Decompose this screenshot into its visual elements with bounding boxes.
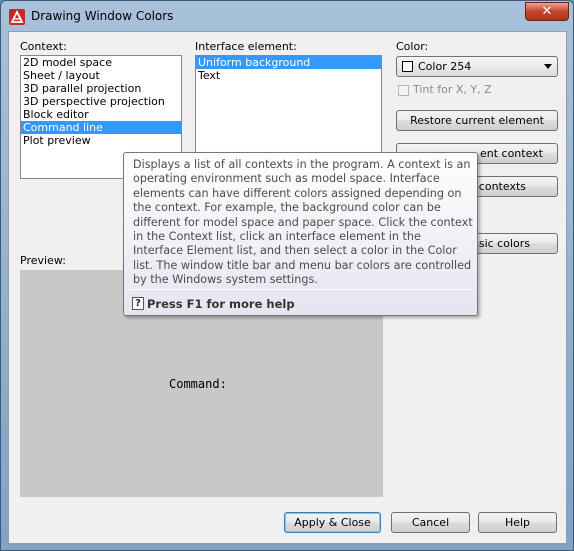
help-question-icon: ?	[132, 297, 144, 310]
drawing-window-colors-dialog: Drawing Window Colors ✕ Context: 2D mode…	[0, 0, 574, 551]
context-list-item[interactable]: 3D parallel projection	[21, 82, 181, 95]
close-button[interactable]: ✕	[525, 2, 569, 21]
interface-element-list-item[interactable]: Text	[196, 69, 381, 82]
context-help-tooltip: Displays a list of all contexts in the p…	[123, 152, 478, 316]
tooltip-divider	[129, 289, 472, 290]
color-label: Color:	[396, 40, 429, 53]
interface-element-label: Interface element:	[195, 40, 297, 53]
interface-element-list-item[interactable]: Uniform background	[196, 56, 381, 69]
cancel-button[interactable]: Cancel	[391, 512, 470, 533]
color-dropdown-value: Color 254	[418, 60, 472, 73]
title-bar[interactable]: Drawing Window Colors ✕	[1, 1, 573, 31]
chevron-down-icon	[544, 64, 552, 69]
window-title: Drawing Window Colors	[31, 9, 174, 23]
autocad-app-icon	[9, 9, 25, 25]
restore-current-element-button[interactable]: Restore current element	[396, 110, 558, 131]
context-list-item[interactable]: 2D model space	[21, 56, 181, 69]
tint-xyz-checkbox[interactable]	[398, 85, 409, 96]
color-dropdown[interactable]: Color 254	[396, 56, 558, 77]
apply-close-button[interactable]: Apply & Close	[284, 512, 381, 533]
context-list-item[interactable]: Plot preview	[21, 134, 181, 147]
context-list-item[interactable]: Sheet / layout	[21, 69, 181, 82]
context-list-item[interactable]: Command line	[21, 121, 181, 134]
tooltip-body-text: Displays a list of all contexts in the p…	[133, 158, 473, 287]
tint-xyz-label: Tint for X, Y, Z	[413, 83, 492, 96]
preview-label: Preview:	[20, 254, 66, 267]
tooltip-footer-text: Press F1 for more help	[147, 297, 295, 311]
context-label: Context:	[20, 40, 67, 53]
context-list-item[interactable]: Block editor	[21, 108, 181, 121]
help-button[interactable]: Help	[478, 512, 557, 533]
context-list-item[interactable]: 3D perspective projection	[21, 95, 181, 108]
preview-command-text: Command:	[169, 377, 227, 391]
color-swatch	[402, 61, 413, 72]
